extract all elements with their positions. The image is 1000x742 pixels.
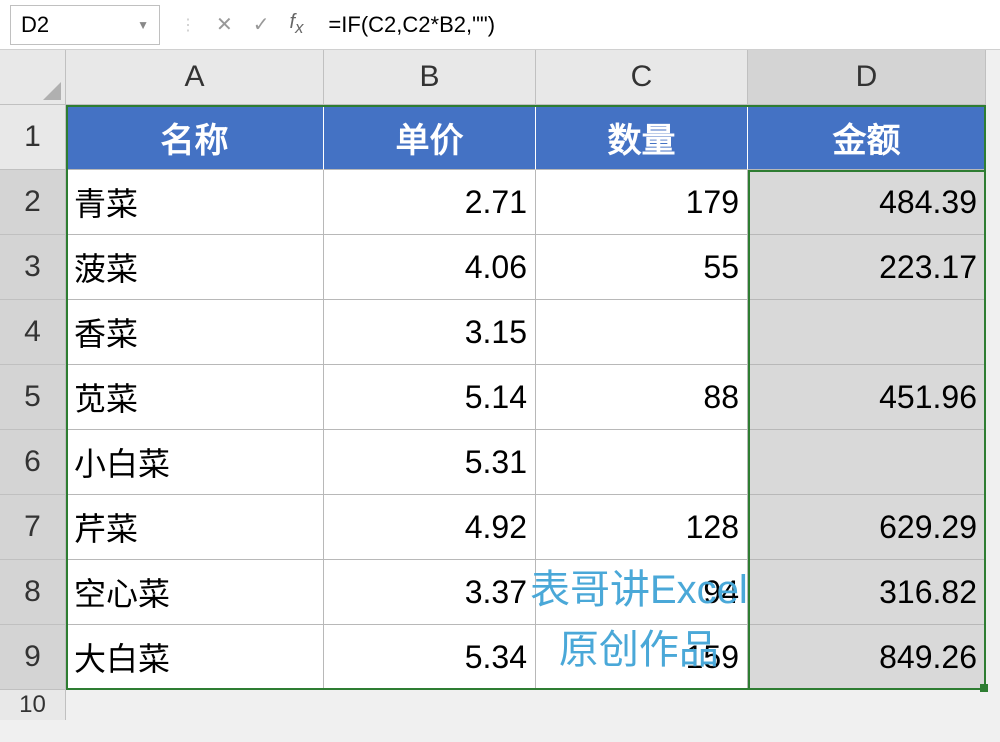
data-row-8: 8 空心菜 3.37 94 316.82 — [0, 560, 1000, 625]
header-cell-quantity[interactable]: 数量 — [536, 105, 748, 170]
formula-controls: ⋮ ✕ ✓ fx — [165, 11, 318, 38]
data-row-3: 3 菠菜 4.06 55 223.17 — [0, 235, 1000, 300]
data-row-2: 2 青菜 2.71 179 484.39 — [0, 170, 1000, 235]
column-headers-row: A B C D — [0, 50, 1000, 105]
header-cell-name[interactable]: 名称 — [66, 105, 324, 170]
cell-A3[interactable]: 菠菜 — [66, 235, 324, 300]
cell-C4[interactable] — [536, 300, 748, 365]
cell-B3[interactable]: 4.06 — [324, 235, 536, 300]
cell-D6[interactable] — [748, 430, 986, 495]
col-header-B[interactable]: B — [324, 50, 536, 105]
cell-C5[interactable]: 88 — [536, 365, 748, 430]
cell-B9[interactable]: 5.34 — [324, 625, 536, 690]
row-header-7[interactable]: 7 — [0, 495, 66, 560]
cell-B4[interactable]: 3.15 — [324, 300, 536, 365]
cancel-icon[interactable]: ✕ — [216, 12, 233, 37]
cell-D7[interactable]: 629.29 — [748, 495, 986, 560]
cell-A8[interactable]: 空心菜 — [66, 560, 324, 625]
row-header-2[interactable]: 2 — [0, 170, 66, 235]
spreadsheet: A B C D 1 名称 单价 数量 金额 2 青菜 2.71 179 484.… — [0, 50, 1000, 720]
divider-icon: ⋮ — [180, 15, 196, 35]
cell-C2[interactable]: 179 — [536, 170, 748, 235]
data-row-10: 10 — [0, 690, 1000, 720]
row-header-1[interactable]: 1 — [0, 105, 66, 170]
col-header-C[interactable]: C — [536, 50, 748, 105]
cell-D5[interactable]: 451.96 — [748, 365, 986, 430]
cell-A7[interactable]: 芹菜 — [66, 495, 324, 560]
cell-D9[interactable]: 849.26 — [748, 625, 986, 690]
cell-D2[interactable]: 484.39 — [748, 170, 986, 235]
name-box-value: D2 — [21, 12, 137, 38]
cell-A9[interactable]: 大白菜 — [66, 625, 324, 690]
cell-B5[interactable]: 5.14 — [324, 365, 536, 430]
row-header-9[interactable]: 9 — [0, 625, 66, 690]
cell-B6[interactable]: 5.31 — [324, 430, 536, 495]
cell-D4[interactable] — [748, 300, 986, 365]
row-header-5[interactable]: 5 — [0, 365, 66, 430]
select-all-corner[interactable] — [0, 50, 66, 105]
row-header-4[interactable]: 4 — [0, 300, 66, 365]
data-row-9: 9 大白菜 5.34 159 849.26 — [0, 625, 1000, 690]
row-header-6[interactable]: 6 — [0, 430, 66, 495]
row-header-10[interactable]: 10 — [0, 690, 66, 720]
col-header-D[interactable]: D — [748, 50, 986, 105]
cell-A6[interactable]: 小白菜 — [66, 430, 324, 495]
data-row-6: 6 小白菜 5.31 — [0, 430, 1000, 495]
cell-C3[interactable]: 55 — [536, 235, 748, 300]
data-row-1: 1 名称 单价 数量 金额 — [0, 105, 1000, 170]
cell-C8[interactable]: 94 — [536, 560, 748, 625]
header-cell-amount[interactable]: 金额 — [748, 105, 986, 170]
cell-B8[interactable]: 3.37 — [324, 560, 536, 625]
cell-C7[interactable]: 128 — [536, 495, 748, 560]
cell-A4[interactable]: 香菜 — [66, 300, 324, 365]
cell-B2[interactable]: 2.71 — [324, 170, 536, 235]
cell-C6[interactable] — [536, 430, 748, 495]
cell-A2[interactable]: 青菜 — [66, 170, 324, 235]
name-box[interactable]: D2 ▼ — [10, 5, 160, 45]
cell-D3[interactable]: 223.17 — [748, 235, 986, 300]
formula-bar: D2 ▼ ⋮ ✕ ✓ fx — [0, 0, 1000, 50]
data-row-5: 5 苋菜 5.14 88 451.96 — [0, 365, 1000, 430]
confirm-icon[interactable]: ✓ — [253, 12, 270, 37]
dropdown-icon[interactable]: ▼ — [137, 18, 149, 32]
header-cell-price[interactable]: 单价 — [324, 105, 536, 170]
data-row-4: 4 香菜 3.15 — [0, 300, 1000, 365]
row-header-8[interactable]: 8 — [0, 560, 66, 625]
row-header-3[interactable]: 3 — [0, 235, 66, 300]
cell-B7[interactable]: 4.92 — [324, 495, 536, 560]
cell-C9[interactable]: 159 — [536, 625, 748, 690]
cell-D8[interactable]: 316.82 — [748, 560, 986, 625]
formula-input[interactable] — [318, 5, 1000, 45]
fx-icon[interactable]: fx — [290, 11, 304, 38]
data-row-7: 7 芹菜 4.92 128 629.29 — [0, 495, 1000, 560]
col-header-A[interactable]: A — [66, 50, 324, 105]
cell-A5[interactable]: 苋菜 — [66, 365, 324, 430]
